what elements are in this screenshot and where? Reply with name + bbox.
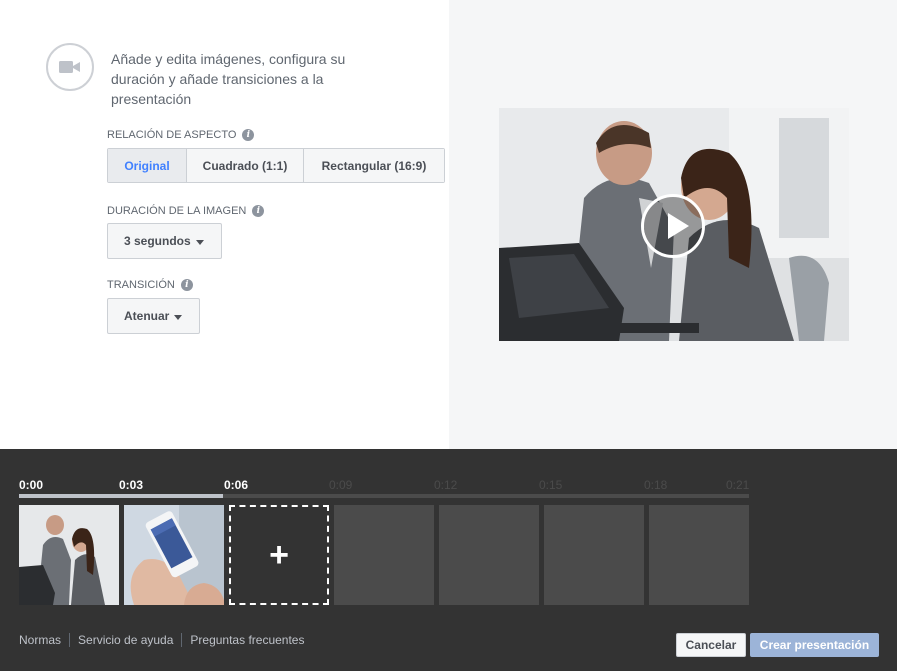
add-image-slot[interactable]: + bbox=[229, 505, 329, 605]
slideshow-preview-panel bbox=[449, 0, 897, 449]
plus-icon: + bbox=[269, 536, 289, 574]
transition-label: TRANSICIÓN i bbox=[107, 279, 193, 291]
timeline-tick: 0:21 bbox=[726, 478, 750, 492]
timeline-tick: 0:15 bbox=[539, 478, 563, 492]
intro-text: Añade y edita imágenes, configura su dur… bbox=[111, 51, 346, 107]
image-duration-dropdown[interactable]: 3 segundos bbox=[107, 223, 222, 259]
empty-timeline-slot bbox=[649, 505, 749, 605]
empty-timeline-slot bbox=[544, 505, 644, 605]
footer-link-help[interactable]: Servicio de ayuda bbox=[69, 633, 181, 647]
footer-links: Normas Servicio de ayuda Preguntas frecu… bbox=[19, 633, 312, 647]
transition-dropdown[interactable]: Atenuar bbox=[107, 298, 200, 334]
timeline-tick: 0:18 bbox=[644, 478, 668, 492]
timeline-progress-track[interactable] bbox=[19, 494, 749, 498]
timeline-progress-fill bbox=[19, 494, 224, 498]
empty-timeline-slot bbox=[334, 505, 434, 605]
info-icon[interactable]: i bbox=[252, 205, 265, 217]
image-duration-value: 3 segundos bbox=[124, 234, 191, 248]
preview-image[interactable] bbox=[499, 108, 849, 341]
image-duration-label: DURACIÓN DE LA IMAGEN i bbox=[107, 205, 265, 217]
transition-value: Atenuar bbox=[124, 309, 170, 323]
aspect-original-button[interactable]: Original bbox=[108, 149, 187, 182]
cancel-button[interactable]: Cancelar bbox=[676, 633, 746, 657]
timeline-tick: 0:00 bbox=[19, 478, 44, 492]
video-camera-icon bbox=[46, 43, 94, 91]
aspect-square-button[interactable]: Cuadrado (1:1) bbox=[187, 149, 304, 182]
timeline-thumbnail-1[interactable] bbox=[19, 505, 119, 605]
timeline-tick: 0:09 bbox=[329, 478, 353, 492]
timeline-tick: 0:06 bbox=[224, 478, 249, 492]
create-slideshow-button[interactable]: Crear presentación bbox=[750, 633, 879, 657]
play-icon[interactable] bbox=[641, 194, 705, 258]
slideshow-timeline: 0:00 0:03 0:06 0:09 0:12 0:15 0:18 0:21 bbox=[0, 449, 897, 671]
timeline-tick: 0:12 bbox=[434, 478, 458, 492]
info-icon[interactable]: i bbox=[180, 279, 193, 291]
info-icon[interactable]: i bbox=[242, 129, 255, 141]
slideshow-settings-panel: Añade y edita imágenes, configura su dur… bbox=[0, 0, 449, 449]
caret-down-icon bbox=[174, 314, 183, 320]
timeline-tick: 0:03 bbox=[119, 478, 144, 492]
aspect-ratio-selector: Original Cuadrado (1:1) Rectangular (16:… bbox=[107, 148, 445, 183]
footer-link-faq[interactable]: Preguntas frecuentes bbox=[181, 633, 312, 647]
aspect-widescreen-button[interactable]: Rectangular (16:9) bbox=[304, 149, 444, 182]
empty-timeline-slot bbox=[439, 505, 539, 605]
timeline-thumbnail-2[interactable] bbox=[124, 505, 224, 605]
aspect-ratio-label: RELACIÓN DE ASPECTO i bbox=[107, 129, 255, 141]
footer-link-normas[interactable]: Normas bbox=[19, 633, 69, 647]
caret-down-icon bbox=[195, 239, 204, 245]
